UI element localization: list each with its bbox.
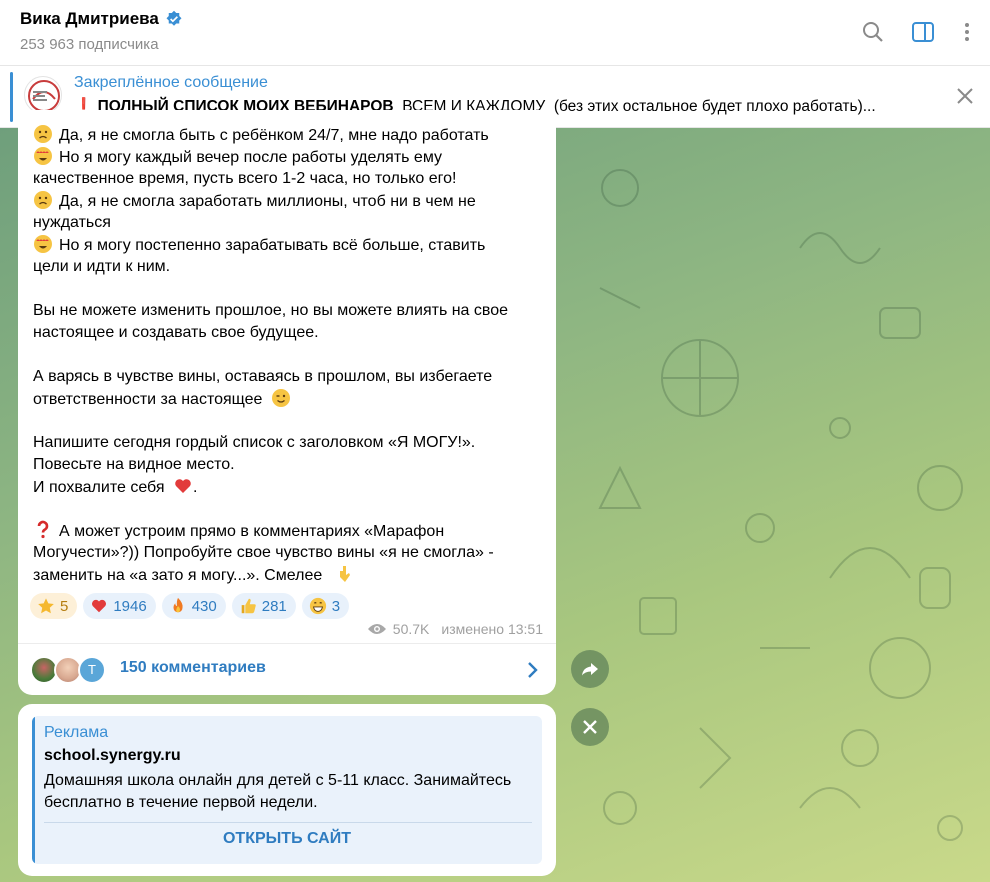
heart-eyes-face-icon [34,147,52,165]
fire-icon [173,597,183,613]
verified-badge-icon [166,10,182,26]
post-line: Но я могу каждый вечер после работы удел… [33,146,543,168]
post-line: Да, я не смогла быть с ребёнком 24/7, мн… [33,124,543,146]
search-icon[interactable] [861,20,885,44]
post-line: Напишите сегодня гордый список с заголов… [33,434,476,451]
ad-site: school.synergy.ru [44,747,181,764]
close-ad-button[interactable] [571,708,609,746]
sponsored-message: Реклама school.synergy.ru Домашняя школа… [18,704,556,876]
ad-card[interactable]: Реклама school.synergy.ru Домашняя школа… [32,716,542,864]
reaction-thumbs-up[interactable]: 281 [231,593,296,619]
heart-icon [92,599,107,613]
red-question-mark-icon [37,520,49,539]
view-count: 50.7K [392,621,430,637]
post-line: А может устроим прямо в комментариях «Ма… [33,520,543,542]
heart-eyes-face-icon [34,235,52,253]
post-line: заменить на «а зато я могу...». Смелее [33,564,543,586]
open-site-button[interactable]: ОТКРЫТЬ САЙТ [32,830,542,848]
share-button[interactable] [571,650,609,688]
channel-name: Вика Дмитриева [20,9,159,28]
slightly-frowning-face-icon [34,125,52,143]
close-icon [583,720,597,734]
reaction-grin[interactable]: 3 [301,593,350,619]
reaction-fire[interactable]: 430 [161,593,226,619]
reactions-row: 5 1946 430 281 3 [30,593,350,619]
slightly-frowning-face-icon [34,191,52,209]
post-text: Да, я не смогла быть с ребёнком 24/7, мн… [33,124,543,586]
views-eye-icon [367,624,386,634]
post-line: Да, я не смогла заработать миллионы, что… [33,190,543,212]
post-line: качественное время, пусть всего 1-2 часа… [33,170,457,187]
post-line: И похвалите себя . [33,476,543,498]
thumbs-up-icon [241,598,256,614]
reaction-star[interactable]: 5 [30,593,78,619]
ad-description: Домашняя школа онлайн для детей с 5-11 к… [44,772,512,811]
school-logo-icon [28,80,60,112]
winking-face-icon [271,389,290,407]
post-line: ответственности за настоящее [33,388,543,410]
post-line: настоящее и создавать свое будущее. [33,324,319,341]
pointing-down-icon [339,566,350,582]
more-menu-icon[interactable] [955,20,979,44]
share-arrow-icon [582,663,598,676]
pinned-title: Закреплённое сообщение [74,74,268,91]
grinning-face-icon [309,597,326,615]
chevron-right-icon [528,662,538,678]
post-meta: 50.7K изменено 13:51 [367,621,543,637]
post-line: Но я могу постепенно зарабатывать всё бо… [33,234,543,256]
comments-count-label: 150 комментариев [120,659,266,676]
sidebar-toggle-icon[interactable] [911,20,935,44]
ad-label: Реклама [44,724,109,741]
post-line: Могучести»?)) Попробуйте свое чувство ви… [33,544,494,561]
commenter-avatars: Т [30,656,110,686]
post-line: Вы не можете изменить прошлое, но вы мож… [33,302,509,319]
comments-button[interactable]: Т 150 комментариев [18,643,556,695]
post-line: нуждаться [33,214,111,231]
subscriber-count: 253 963 подписчика [20,36,159,53]
close-pinned-icon[interactable] [955,86,975,106]
red-heart-icon [175,479,191,493]
channel-header: Вика Дмитриева 253 963 подписчика [0,0,990,66]
channel-title[interactable]: Вика Дмитриева [20,9,183,29]
post-line: А варясь в чувстве вины, оставаясь в про… [33,368,493,385]
reaction-heart[interactable]: 1946 [83,593,156,619]
edited-timestamp: изменено 13:51 [441,621,543,637]
divider [44,822,532,823]
avatar: Т [78,656,106,684]
channel-post: Да, я не смогла быть с ребёнком 24/7, мн… [18,110,556,695]
star-icon [38,598,54,614]
post-line: цели и идти к ним. [33,258,171,275]
post-line: Повесьте на видное место. [33,456,235,473]
pinned-indicator [10,72,13,122]
pinned-thumbnail [24,76,62,114]
